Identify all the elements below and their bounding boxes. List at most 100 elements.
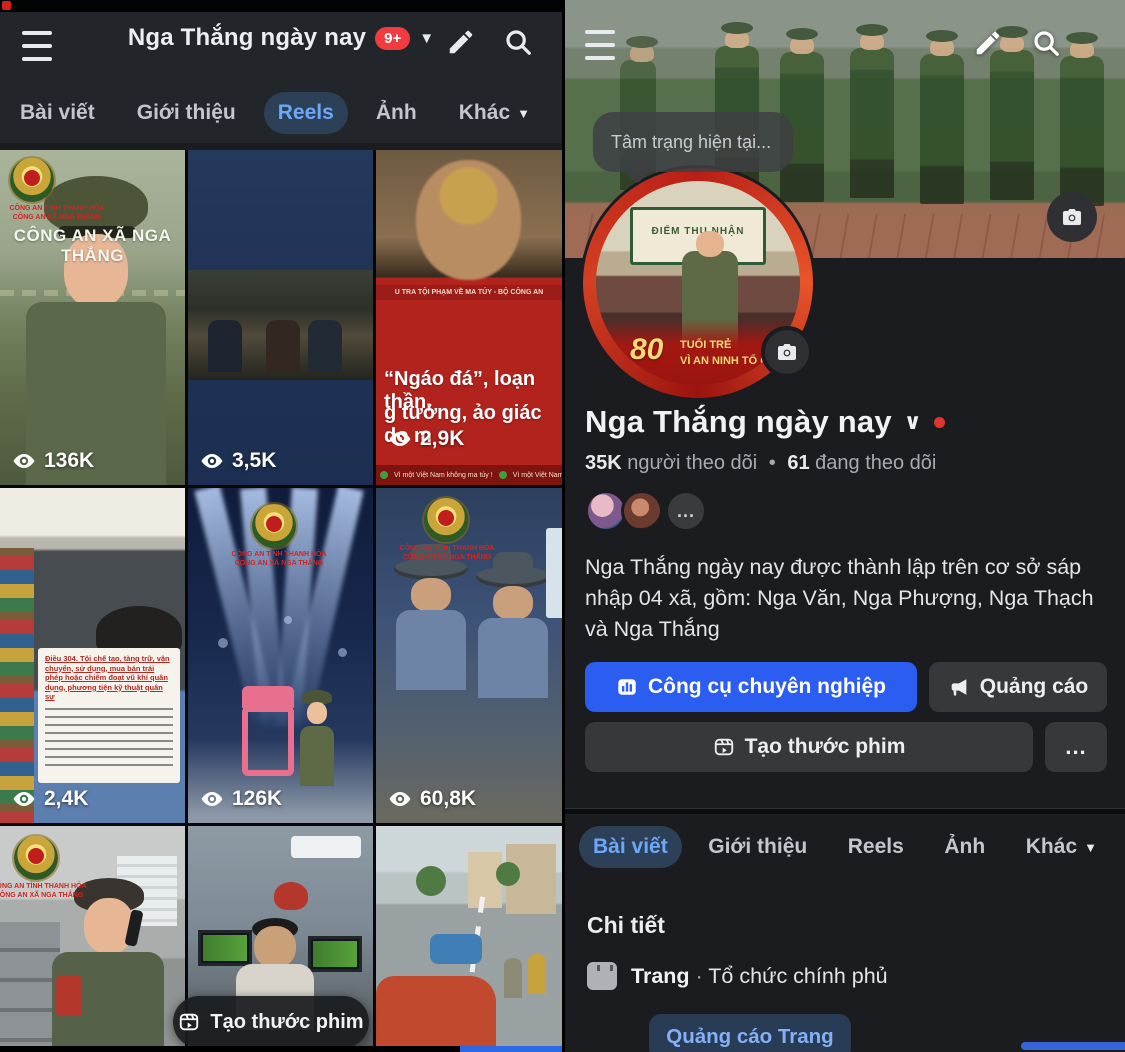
file-cabinet (0, 922, 60, 1052)
notification-dot (934, 417, 945, 428)
air-conditioner (291, 836, 361, 858)
reel-tile[interactable]: Điều 304. Tội chế tạo, tàng trữ, vận chu… (0, 488, 185, 823)
reel-caption-header: U TRA TỘI PHẠM VỀ MA TÚY - BỘ CÔNG AN (376, 285, 562, 300)
eye-icon (12, 449, 36, 473)
officer-face (84, 898, 134, 954)
page-title: Nga Thắng ngày nay (128, 24, 366, 52)
more-options-button[interactable]: ... (1045, 722, 1107, 772)
tree (416, 866, 446, 896)
stage-light (338, 648, 347, 657)
reel-tile[interactable]: U TRA TỘI PHẠM VỀ MA TÚY - BỘ CÔNG AN “N… (376, 150, 562, 485)
right-panel-profile-view: Tâm trạng hiện tại... ĐIỂM THU NHẬN 80 T… (565, 0, 1125, 1052)
professional-tools-button[interactable]: Công cụ chuyên nghiệp (585, 662, 917, 712)
ads-label: Quảng cáo (980, 675, 1089, 699)
tab-bai-viet[interactable]: Bài viết (579, 826, 682, 868)
tab-reels[interactable]: Reels (834, 826, 918, 868)
reel-tile[interactable]: CÔNG AN TỈNH THANH HÓACÔNG AN XÃ NGA THẮ… (376, 488, 562, 823)
officer-face (307, 702, 327, 724)
tab-anh[interactable]: Ảnh (930, 826, 999, 868)
left-tab-bar: Bài viết Giới thiệu Reels Ảnh Khác▼ (6, 92, 558, 134)
left-panel-reels-view: Nga Thắng ngày nay 9+ ▼ Bài viết Giới th… (0, 0, 562, 1052)
green-dot-icon (380, 471, 388, 479)
followers-row[interactable]: 35K người theo dõi • 61 đang theo dõi (585, 452, 936, 475)
advertise-page-button[interactable]: Quảng cáo Trang (649, 1014, 851, 1052)
megaphone-icon (948, 676, 970, 698)
stage-light (284, 616, 292, 624)
status-prompt-bubble[interactable]: Tâm trạng hiện tại... (593, 112, 793, 172)
page-description: Nga Thắng ngày nay được thành lập trên c… (585, 552, 1107, 645)
tab-anh[interactable]: Ảnh (362, 92, 431, 134)
page-name: Nga Thắng ngày nay (585, 404, 892, 440)
avatar-frame-80: 80 (630, 333, 663, 367)
video-still (188, 270, 373, 380)
tab-reels[interactable]: Reels (264, 92, 348, 134)
scroll-progress-bar (1021, 1042, 1125, 1050)
blurred-face (416, 160, 521, 280)
tab-khac[interactable]: Khác▼ (445, 92, 544, 134)
left-header-title-row[interactable]: Nga Thắng ngày nay 9+ ▼ (0, 24, 562, 52)
officer-body (300, 726, 334, 786)
recording-dot-icon (2, 1, 11, 10)
reel-banner-text: CÔNG AN XÃ NGA THẮNG (0, 226, 185, 266)
tab-gioi-thieu[interactable]: Giới thiệu (123, 92, 250, 134)
officer-figure (920, 54, 964, 204)
legal-document-card: Điều 304. Tội chế tạo, tàng trữ, vận chu… (38, 648, 180, 783)
reel-footer-strip: Vì một Việt Nam không ma túy ! Vì một Vi… (376, 465, 562, 485)
chevron-down-icon[interactable]: ∨ (904, 409, 922, 435)
ads-button[interactable]: Quảng cáo (929, 662, 1107, 712)
police-emblem-icon (424, 498, 468, 542)
tree (496, 862, 520, 886)
reels-grid: CÔNG AN TỈNH THANH HÓACÔNG AN XÃ NGA THẮ… (0, 150, 562, 1052)
monitor (308, 936, 362, 972)
person-face (254, 926, 296, 968)
status-bar (0, 0, 562, 12)
search-icon[interactable] (503, 27, 533, 57)
reel-tile[interactable]: CÔNG AN TỈNH THANH HÓACÔNG AN XÃ NGA THẮ… (0, 150, 185, 485)
compose-pencil-icon[interactable] (446, 27, 476, 57)
more-avatars-button[interactable]: ... (665, 490, 707, 532)
search-icon[interactable] (1031, 28, 1061, 58)
red-car (376, 976, 496, 1052)
eye-icon (388, 427, 412, 451)
eye-icon (12, 787, 36, 811)
followers-label: người theo dõi (627, 452, 757, 474)
view-count: 136K (12, 449, 94, 473)
view-count: 2,4K (12, 787, 88, 811)
edit-avatar-camera-icon[interactable] (761, 326, 813, 378)
police-emblem-icon (10, 158, 54, 202)
view-count: 2,9K (388, 427, 464, 451)
eye-icon (200, 787, 224, 811)
dot-separator: • (769, 452, 776, 474)
vertical-sign (546, 528, 562, 618)
screenshot-composite: Nga Thắng ngày nay 9+ ▼ Bài viết Giới th… (0, 0, 1125, 1052)
chevron-down-icon: ▼ (517, 106, 530, 121)
emblem-caption: CÔNG AN TỈNH THANH HÓACÔNG AN XÃ NGA THẮ… (224, 550, 334, 568)
tab-bai-viet[interactable]: Bài viết (6, 92, 109, 134)
chevron-down-icon: ▼ (1084, 840, 1097, 855)
edit-cover-camera-icon[interactable] (1047, 192, 1097, 242)
reel-tile[interactable]: CÔNG AN TỈNH THANH HÓACÔNG AN XÃ NGA THẮ… (188, 488, 373, 823)
compose-pencil-icon[interactable] (973, 28, 1003, 58)
tab-gioi-thieu[interactable]: Giới thiệu (694, 826, 821, 868)
tab-khac[interactable]: Khác▼ (1012, 826, 1111, 868)
reel-tile[interactable]: 3,5K (188, 150, 373, 485)
create-reel-label: Tạo thước phim (210, 1011, 363, 1034)
chevron-down-icon[interactable]: ▼ (419, 30, 434, 47)
officer-figure (850, 48, 894, 198)
detail-category: Tổ chức chính phủ (708, 964, 887, 988)
create-reel-floating-button[interactable]: Tạo thước phim (173, 996, 369, 1048)
create-reel-button[interactable]: Tạo thước phim (585, 722, 1033, 772)
view-count: 60,8K (388, 787, 476, 811)
avatar-frame-line1: TUỔI TRẺ (680, 339, 731, 351)
bookshelf (0, 548, 34, 823)
traffic-officer (528, 954, 546, 994)
insights-icon (616, 676, 638, 698)
officer-figure (1060, 56, 1104, 206)
reel-tile[interactable] (376, 826, 562, 1052)
eye-icon (388, 787, 412, 811)
green-dot-icon (499, 471, 507, 479)
menu-hamburger-icon[interactable] (585, 30, 615, 60)
reel-tile[interactable]: CÔNG AN TỈNH THANH HÓACÔNG AN XÃ NGA THẮ… (0, 826, 185, 1052)
video-progress-bar (460, 1046, 562, 1052)
page-name-row: Nga Thắng ngày nay ∨ (585, 404, 945, 440)
